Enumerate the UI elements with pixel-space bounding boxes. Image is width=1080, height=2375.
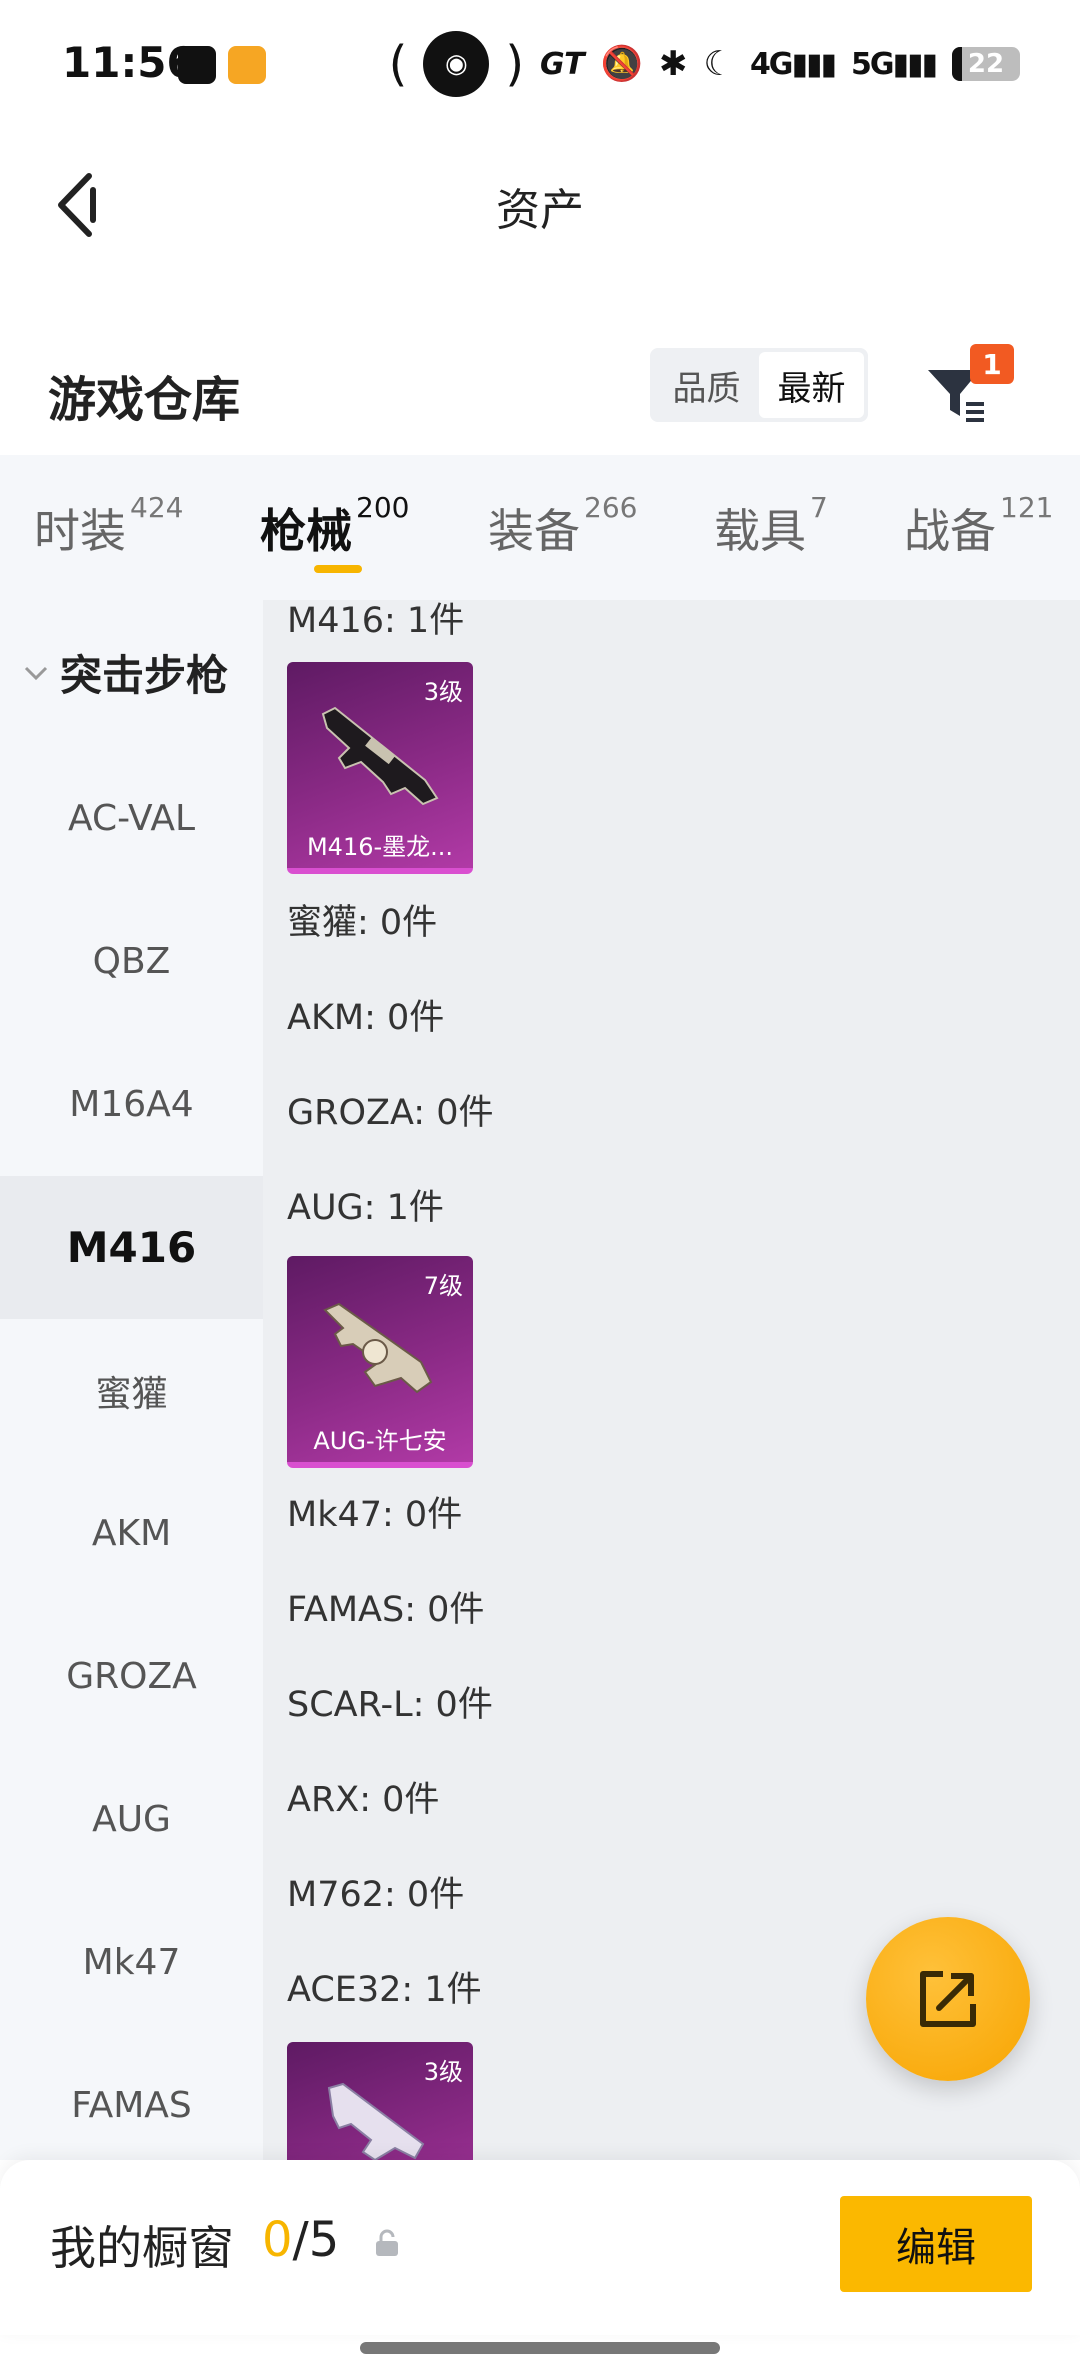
skin-card[interactable]: 3级 M416-墨龙... bbox=[287, 662, 473, 874]
hotspot-icon: ◉ bbox=[423, 31, 490, 97]
tab-label: 装备 bbox=[488, 504, 580, 558]
network-4g-label: 4G bbox=[749, 46, 793, 82]
active-tab-indicator bbox=[314, 565, 362, 573]
sort-option-newest[interactable]: 最新 bbox=[759, 352, 864, 418]
sidebar-item-m16a4[interactable]: M16A4 bbox=[0, 1033, 263, 1176]
weapon-count-m762: M762: 0件 bbox=[287, 1875, 465, 1915]
page-title: 资产 bbox=[496, 185, 584, 236]
weapon-count-arx: ARX: 0件 bbox=[287, 1780, 440, 1820]
weapon-sidebar: 突击步枪 AC-VAL QBZ M16A4 M416 蜜獾 AKM GROZA … bbox=[0, 600, 263, 2160]
showcase-bar: 我的橱窗 0/5 编辑 bbox=[0, 2160, 1080, 2335]
warehouse-title: 游戏仓库 bbox=[48, 372, 241, 428]
skin-name: M416-墨龙... bbox=[306, 833, 454, 861]
tab-count: 266 bbox=[584, 491, 638, 524]
skin-card[interactable]: 3级 bbox=[287, 2042, 473, 2160]
skin-level: 3级 bbox=[423, 678, 463, 706]
tab-count: 121 bbox=[1000, 491, 1054, 524]
sidebar-item-acval[interactable]: AC-VAL bbox=[0, 747, 263, 890]
sidebar-item-famas[interactable]: FAMAS bbox=[0, 2034, 263, 2160]
title-bar: 资产 bbox=[0, 140, 1080, 270]
network-5g-label: 5G bbox=[850, 46, 894, 82]
moon-icon: ☾ bbox=[703, 44, 734, 84]
tiktok-icon bbox=[178, 46, 216, 84]
sort-option-quality[interactable]: 品质 bbox=[654, 352, 759, 418]
bluetooth-icon: ✱ bbox=[658, 44, 688, 84]
weapon-count-groza: GROZA: 0件 bbox=[287, 1093, 494, 1133]
chevron-down-icon bbox=[24, 666, 48, 680]
showcase-count: 0/5 bbox=[262, 2212, 339, 2268]
edit-button[interactable]: 编辑 bbox=[840, 2196, 1032, 2292]
filter-button[interactable]: 1 bbox=[922, 344, 1014, 434]
category-tabs: 时装 424 枪械 200 装备 266 载具 7 战备 121 bbox=[0, 455, 1080, 600]
sidebar-item-honey-badger[interactable]: 蜜獾 bbox=[0, 1319, 263, 1462]
tab-count: 7 bbox=[810, 491, 828, 524]
weapon-count-m416: M416: 1件 bbox=[287, 601, 465, 641]
tab-vehicles[interactable]: 载具 7 bbox=[714, 491, 828, 561]
weapon-count-scar-l: SCAR-L: 0件 bbox=[287, 1685, 493, 1725]
battery-level: 22 bbox=[967, 49, 1005, 79]
tab-equipment[interactable]: 装备 266 bbox=[488, 491, 637, 561]
battery-icon: 22 bbox=[952, 47, 1020, 81]
tab-label: 战备 bbox=[904, 504, 996, 558]
sidebar-item-qbz[interactable]: QBZ bbox=[0, 890, 263, 1033]
sidebar-group-assault-rifles[interactable]: 突击步枪 bbox=[0, 600, 263, 745]
sidebar-item-akm[interactable]: AKM bbox=[0, 1462, 263, 1605]
weapon-count-ace32: ACE32: 1件 bbox=[287, 1970, 482, 2010]
showcase-count-total: /5 bbox=[292, 2212, 340, 2268]
warehouse-header: 游戏仓库 品质 最新 1 bbox=[0, 330, 1080, 450]
showcase-count-current: 0 bbox=[262, 2212, 293, 2268]
rifle-image bbox=[323, 1302, 433, 1394]
weapon-count-akm: AKM: 0件 bbox=[287, 998, 445, 1038]
status-paren-left: ( bbox=[388, 36, 408, 92]
weapon-count-mk47: Mk47: 0件 bbox=[287, 1495, 463, 1535]
share-button[interactable] bbox=[866, 1917, 1030, 2081]
sidebar-item-m416[interactable]: M416 bbox=[0, 1176, 263, 1319]
tab-label: 枪械 bbox=[260, 504, 352, 558]
weapon-count-famas: FAMAS: 0件 bbox=[287, 1590, 485, 1630]
skin-card[interactable]: 7级 AUG-许七安 bbox=[287, 1256, 473, 1468]
sidebar-item-mk47[interactable]: Mk47 bbox=[0, 1891, 263, 2034]
weapon-count-aug: AUG: 1件 bbox=[287, 1188, 444, 1228]
filter-badge: 1 bbox=[970, 344, 1014, 384]
gt-icon: GT bbox=[540, 46, 585, 82]
status-bar: 11:56 ( ◉ ) GT 🔕 ✱ ☾ 4G▮▮▮ 5G▮▮▮ 22 bbox=[0, 0, 1080, 130]
signal-5g-icon: 5G▮▮▮ bbox=[850, 46, 938, 82]
tab-label: 载具 bbox=[714, 504, 806, 558]
sidebar-group-label: 突击步枪 bbox=[60, 651, 229, 700]
tab-count: 200 bbox=[356, 491, 410, 524]
skin-level: 7级 bbox=[423, 1272, 463, 1300]
showcase-label: 我的橱窗 bbox=[50, 2221, 234, 2275]
share-icon bbox=[920, 1971, 976, 2027]
tab-fashion[interactable]: 时装 424 bbox=[34, 491, 183, 561]
tab-supplies[interactable]: 战备 121 bbox=[904, 491, 1053, 561]
tab-label: 时装 bbox=[34, 504, 126, 558]
status-icons: ( ◉ ) GT 🔕 ✱ ☾ 4G▮▮▮ 5G▮▮▮ 22 bbox=[388, 31, 1020, 97]
home-indicator[interactable] bbox=[360, 2342, 720, 2354]
lock-icon[interactable] bbox=[372, 2228, 402, 2258]
sidebar-item-aug[interactable]: AUG bbox=[0, 1748, 263, 1891]
weapon-count-honey-badger: 蜜獾: 0件 bbox=[287, 903, 438, 943]
sidebar-item-groza[interactable]: GROZA bbox=[0, 1605, 263, 1748]
video-app-icon bbox=[228, 46, 266, 84]
rifle-image bbox=[321, 706, 439, 806]
sort-toggle: 品质 最新 bbox=[650, 348, 868, 422]
skin-name: AUG-许七安 bbox=[313, 1427, 447, 1455]
status-paren-right: ) bbox=[505, 36, 525, 92]
tab-count: 424 bbox=[130, 491, 184, 524]
status-time: 11:56 bbox=[62, 38, 196, 87]
signal-4g-icon: 4G▮▮▮ bbox=[749, 46, 837, 82]
tab-guns[interactable]: 枪械 200 bbox=[260, 491, 409, 561]
mute-icon: 🔕 bbox=[600, 44, 643, 84]
skin-level: 3级 bbox=[423, 2058, 463, 2086]
